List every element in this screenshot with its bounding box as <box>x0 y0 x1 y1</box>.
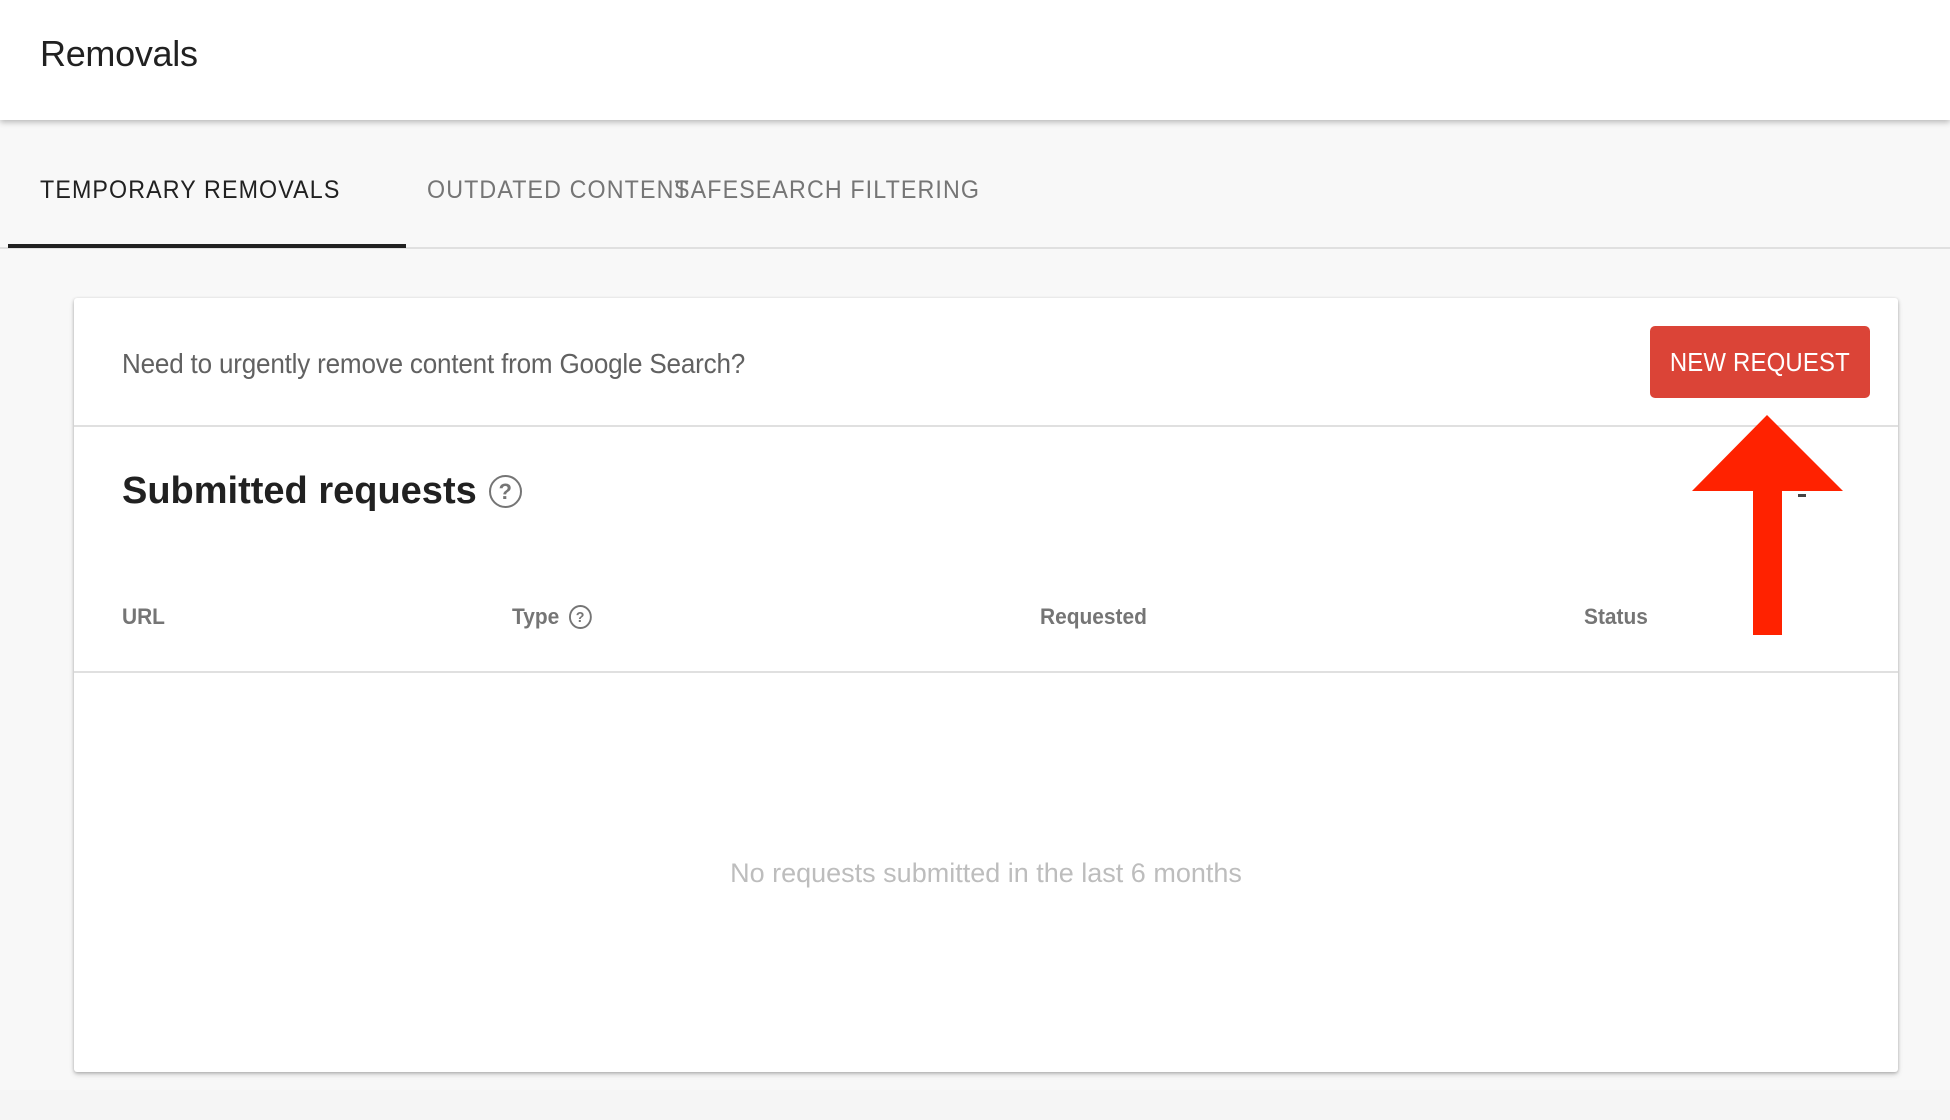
tab-safesearch-filtering[interactable]: SAFESEARCH FILTERING <box>674 176 980 248</box>
table-header: URL Type ? Requested Status <box>74 578 1898 673</box>
app-header: Removals <box>0 0 1950 120</box>
urgent-removal-prompt: Need to urgently remove content from Goo… <box>122 348 746 379</box>
column-header-requested[interactable]: Requested <box>1040 604 1147 630</box>
column-label: URL <box>122 604 165 629</box>
submitted-requests-title: Submitted requests ? <box>122 470 522 513</box>
new-request-button-label: NEW REQUEST <box>1669 346 1851 377</box>
page-title: Removals <box>40 33 198 74</box>
column-header-url[interactable]: URL <box>122 604 165 630</box>
section-title-text: Submitted requests <box>122 470 477 512</box>
tab-outdated-content[interactable]: OUTDATED CONTENT <box>427 176 690 248</box>
empty-state-message: No requests submitted in the last 6 mont… <box>730 858 1242 888</box>
page-footer-band <box>0 1090 1950 1120</box>
column-header-type[interactable]: Type ? <box>512 604 592 630</box>
column-label: Type <box>512 604 560 629</box>
active-tab-indicator <box>8 244 406 248</box>
help-icon[interactable]: ? <box>488 475 522 508</box>
dash-mark <box>1798 494 1806 497</box>
column-label: Requested <box>1040 604 1147 629</box>
new-request-row: Need to urgently remove content from Goo… <box>74 298 1898 427</box>
tab-bar: TEMPORARY REMOVALS OUTDATED CONTENT SAFE… <box>0 120 1950 249</box>
tab-temporary-removals[interactable]: TEMPORARY REMOVALS <box>40 176 340 248</box>
type-help-icon[interactable]: ? <box>568 605 592 629</box>
column-header-status[interactable]: Status <box>1584 604 1648 630</box>
new-request-button[interactable]: NEW REQUEST <box>1650 326 1870 398</box>
column-label: Status <box>1584 604 1648 629</box>
removals-card: Need to urgently remove content from Goo… <box>74 298 1898 1072</box>
